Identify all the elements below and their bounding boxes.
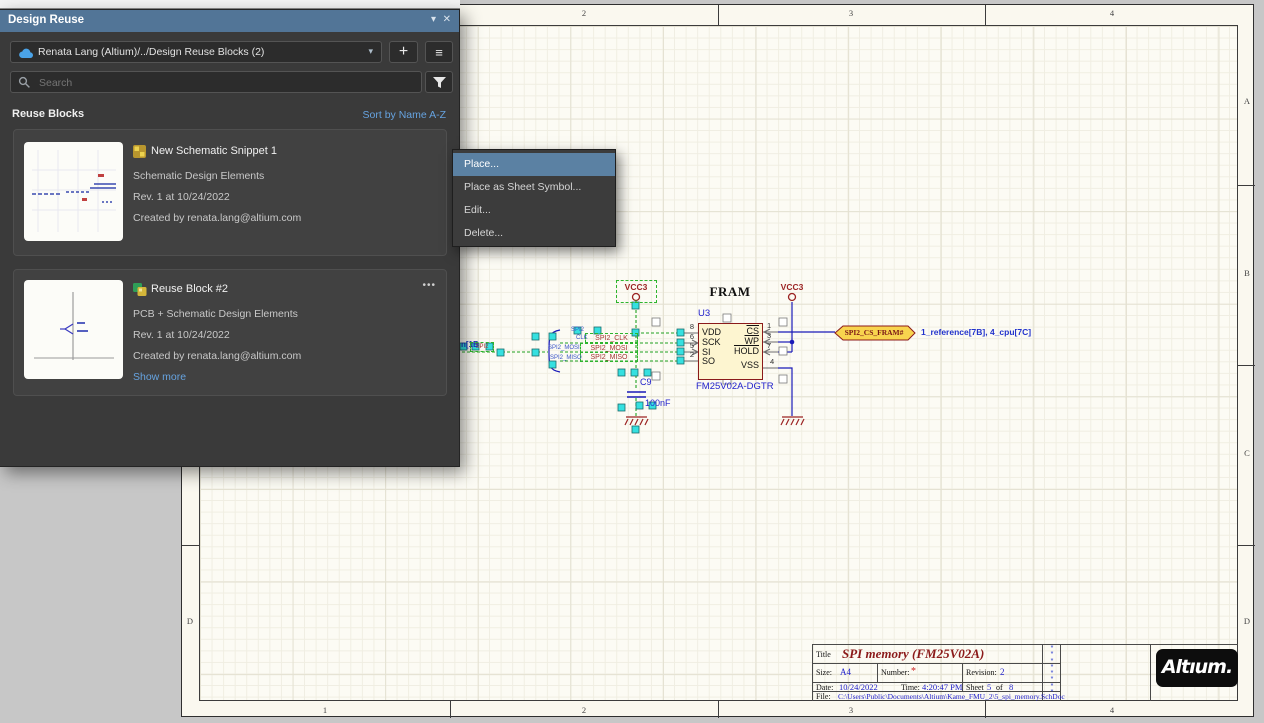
bus-label-mosi: SPI2_MOSI bbox=[548, 345, 580, 351]
cloud-icon bbox=[18, 47, 33, 59]
altium-logo: Altıum. bbox=[1156, 649, 1238, 687]
section-title: Reuse Blocks bbox=[12, 108, 84, 120]
number-label: Number: bbox=[881, 668, 909, 677]
pin-name-sck: SCK bbox=[702, 337, 721, 347]
block-revision-2: Rev. 1 at 10/24/2022 bbox=[133, 329, 230, 341]
search-icon bbox=[18, 76, 31, 89]
selection-handles[interactable] bbox=[460, 302, 684, 433]
revision-label: Revision: bbox=[966, 668, 997, 677]
pcb-schematic-block-icon bbox=[133, 283, 147, 296]
pin-number-1: 1 bbox=[767, 321, 771, 330]
capacitor-value[interactable]: 100nF bbox=[645, 398, 671, 408]
junction-dot bbox=[790, 340, 795, 345]
block-type-1: Schematic Design Elements bbox=[133, 170, 264, 182]
net-label-spi2-miso[interactable]: SPI2_MISO bbox=[580, 352, 638, 362]
pin-name-wp: WP bbox=[727, 336, 759, 346]
block-thumbnail-1[interactable] bbox=[24, 142, 123, 241]
panel-close-icon[interactable]: ✕ bbox=[443, 14, 451, 25]
component-title[interactable]: FRAM bbox=[695, 284, 765, 300]
block-title-2[interactable]: Reuse Block #2 bbox=[151, 283, 228, 295]
panel-collapse-icon[interactable]: ▾ bbox=[431, 14, 436, 25]
show-more-link[interactable]: Show more bbox=[133, 371, 186, 383]
search-box[interactable] bbox=[10, 71, 422, 93]
size-label: Size: bbox=[816, 668, 832, 677]
pin-number-6: 6 bbox=[680, 332, 694, 341]
date-value: 10/24/2022 bbox=[839, 682, 878, 692]
menu-item-delete[interactable]: Delete... bbox=[453, 222, 615, 245]
add-reuse-block-button[interactable]: + bbox=[389, 41, 418, 63]
sheet-total: 8 bbox=[1009, 682, 1013, 692]
pin-number-4: 4 bbox=[770, 357, 774, 366]
menu-item-place-as-sheet-symbol[interactable]: Place as Sheet Symbol... bbox=[453, 176, 615, 199]
menu-item-place[interactable]: Place... bbox=[453, 153, 615, 176]
time-label: Time: bbox=[901, 683, 920, 692]
capacitor-designator[interactable]: C9 bbox=[640, 377, 652, 387]
altium-workspace: 1 2 3 4 1 2 3 4 A B C D A B C D bbox=[0, 0, 1264, 723]
bus-tail-label[interactable]: SPI2 bbox=[470, 342, 494, 352]
time-value: 4:20:47 PM bbox=[922, 682, 962, 692]
port-label[interactable]: SPI2_CS_FRAM# bbox=[838, 328, 910, 337]
design-reuse-panel: Design Reuse ▾ ✕ Renata Lang (Altium)/..… bbox=[0, 9, 460, 467]
component-designator[interactable]: U3 bbox=[698, 308, 710, 319]
block-created-by-1: Created by renata.lang@altium.com bbox=[133, 212, 301, 224]
sort-link[interactable]: Sort by Name A-Z bbox=[363, 109, 446, 121]
pin-name-vss: VSS bbox=[727, 360, 759, 370]
of-label: of bbox=[996, 683, 1003, 692]
menu-item-edit[interactable]: Edit... bbox=[453, 199, 615, 222]
more-options-icon[interactable]: ••• bbox=[422, 280, 436, 291]
search-input[interactable] bbox=[37, 73, 411, 93]
block-type-2: PCB + Schematic Design Elements bbox=[133, 308, 298, 320]
file-label: File: bbox=[816, 692, 831, 701]
net-label-spi2-clk[interactable]: SPI2_CLK bbox=[585, 333, 638, 343]
ground-symbols bbox=[625, 417, 804, 425]
pin-number-8: 8 bbox=[680, 322, 694, 331]
pin-number-5: 5 bbox=[680, 341, 694, 350]
pin-name-vdd: VDD bbox=[702, 327, 721, 337]
panel-menu-button[interactable]: ≡ bbox=[425, 41, 453, 63]
filter-funnel-icon bbox=[433, 77, 446, 89]
panel-top-strip bbox=[0, 0, 460, 9]
file-path: C:\Users\Public\Documents\Altium\Kame_FM… bbox=[838, 692, 1065, 701]
filter-button[interactable] bbox=[425, 71, 453, 93]
reuse-block-card-1[interactable]: New Schematic Snippet 1 Schematic Design… bbox=[13, 129, 447, 256]
block-thumbnail-2[interactable] bbox=[24, 280, 123, 379]
capacitor-symbol[interactable] bbox=[627, 392, 646, 397]
folder-dropdown-value: Renata Lang (Altium)/../Design Reuse Blo… bbox=[38, 46, 264, 58]
fold-marks: ******** bbox=[1047, 646, 1057, 698]
reuse-block-card-2[interactable]: Reuse Block #2 ••• PCB + Schematic Desig… bbox=[13, 269, 447, 396]
bus-label-clk: CLK bbox=[576, 335, 588, 341]
schematic-snippet-icon bbox=[133, 145, 146, 158]
pin-name-so: SO bbox=[702, 356, 715, 366]
block-created-by-2: Created by renata.lang@altium.com bbox=[133, 350, 301, 362]
pin-name-hold: HOLD bbox=[727, 346, 759, 356]
component-part-number[interactable]: FM25V02A-DGTR bbox=[696, 381, 774, 392]
thumbnail-preview-pcb-schematic bbox=[24, 280, 123, 379]
power-net-vcc3-right[interactable]: VCC3 bbox=[773, 282, 811, 292]
bus-label-spi2: SPI2 bbox=[571, 327, 584, 333]
power-net-vcc3-left[interactable]: VCC3 bbox=[617, 282, 655, 292]
sheet-label: Sheet bbox=[966, 683, 984, 692]
bus-label-miso: SPI2_MISO bbox=[550, 355, 582, 361]
folder-dropdown[interactable]: Renata Lang (Altium)/../Design Reuse Blo… bbox=[10, 41, 382, 63]
context-menu: Place... Place as Sheet Symbol... Edit..… bbox=[452, 149, 616, 247]
chevron-down-icon: ▾ bbox=[368, 46, 373, 57]
revision-value: 2 bbox=[1000, 667, 1005, 677]
pin-number-3: 3 bbox=[767, 331, 771, 340]
port-cross-references: 1_reference[7B], 4_cpu[7C] bbox=[921, 327, 1031, 337]
block-title-1[interactable]: New Schematic Snippet 1 bbox=[151, 145, 277, 157]
pin-number-2: 2 bbox=[680, 350, 694, 359]
size-value: A4 bbox=[840, 667, 851, 677]
number-value: * bbox=[911, 666, 916, 677]
panel-header[interactable]: Design Reuse ▾ ✕ bbox=[0, 10, 459, 32]
block-revision-1: Rev. 1 at 10/24/2022 bbox=[133, 191, 230, 203]
panel-title: Design Reuse bbox=[8, 14, 84, 26]
pin-number-7: 7 bbox=[767, 341, 771, 350]
thumbnail-preview-schematic bbox=[24, 142, 123, 241]
pin-name-cs: CS bbox=[727, 326, 759, 336]
date-label: Date: bbox=[816, 683, 833, 692]
sheet-number: 5 bbox=[987, 682, 991, 692]
titleblock-title-label: Title bbox=[816, 650, 831, 659]
sheet-title: SPI memory (FM25V02A) bbox=[842, 646, 984, 662]
